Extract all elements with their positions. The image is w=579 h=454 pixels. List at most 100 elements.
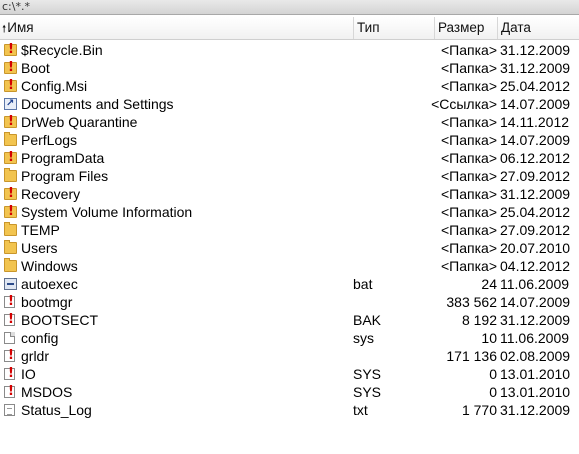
folder-icon: [4, 240, 17, 254]
batch-file-icon: [4, 278, 17, 290]
file-date: 25.04.2012: [500, 204, 571, 220]
file-name: BOOTSECT: [21, 312, 99, 328]
file-row[interactable]: MSDOSSYS013.01.2010: [0, 383, 579, 401]
file-size: <Папка>: [441, 78, 497, 94]
file-name: PerfLogs: [21, 132, 78, 148]
file-icon-cell: [4, 95, 18, 113]
file-name: Users: [21, 240, 58, 256]
file-list[interactable]: $Recycle.Bin<Папка>31.12.2009Boot<Папка>…: [0, 41, 579, 419]
text-file-icon: [4, 404, 15, 416]
file-name: IO: [21, 366, 36, 382]
column-date-label: Дата: [501, 20, 531, 35]
column-type-label: Тип: [357, 20, 380, 35]
hidden-file-icon: [4, 348, 15, 364]
column-name-label: Имя: [7, 20, 34, 35]
file-name: MSDOS: [21, 384, 73, 400]
file-icon-cell: [4, 239, 18, 257]
file-row[interactable]: IOSYS013.01.2010: [0, 365, 579, 383]
column-header-date[interactable]: Дата: [498, 17, 579, 39]
file-size: <Папка>: [441, 132, 497, 148]
file-name: Windows: [21, 258, 78, 274]
file-date: 27.09.2012: [500, 168, 571, 184]
file-date: 06.12.2012: [500, 150, 571, 166]
file-name: bootmgr: [21, 294, 73, 310]
file-date: 14.07.2009: [500, 294, 571, 310]
path-bar[interactable]: c:\*.*: [0, 0, 579, 15]
file-date: 13.01.2010: [500, 384, 571, 400]
file-date: 11.06.2009: [500, 330, 570, 346]
file-icon-cell: [4, 221, 18, 239]
file-row[interactable]: Windows <Папка> 04.12.2012: [0, 257, 579, 275]
folder-icon: [4, 168, 17, 182]
file-row[interactable]: Recovery <Папка>31.12.2009: [0, 185, 579, 203]
file-icon-cell: [4, 365, 18, 383]
file-icon-cell: [4, 257, 18, 275]
folder-icon: [4, 132, 17, 146]
file-row[interactable]: autoexec bat 24 11.06.2009: [0, 275, 579, 293]
file-row[interactable]: config sys 10 11.06.2009: [0, 329, 579, 347]
hidden-file-icon: [4, 294, 15, 310]
file-name: $Recycle.Bin: [21, 42, 103, 58]
file-date: 25.04.2012: [500, 78, 571, 94]
file-icon-cell: [4, 329, 18, 347]
column-header-name[interactable]: 🠕Имя: [0, 17, 354, 39]
file-row[interactable]: $Recycle.Bin <Папка>31.12.2009: [0, 41, 579, 59]
file-name: autoexec: [21, 276, 78, 292]
file-name: Program Files: [21, 168, 109, 184]
file-icon-cell: [4, 167, 18, 185]
file-date: 31.12.2009: [500, 402, 571, 418]
current-path: c:\*.*: [2, 0, 30, 13]
column-header-type[interactable]: Тип: [354, 17, 435, 39]
file-size: 1 770: [461, 402, 497, 418]
column-header-size[interactable]: Размер: [435, 17, 498, 39]
file-icon-cell: [4, 131, 18, 149]
file-name: DrWeb Quarantine: [21, 114, 138, 130]
file-row[interactable]: Documents and Settings <Ссылка>14.07.2009: [0, 95, 579, 113]
file-size: <Папка>: [441, 60, 497, 76]
file-row[interactable]: Program Files <Папка> 27.09.2012: [0, 167, 579, 185]
file-row[interactable]: bootmgr 383 56214.07.2009: [0, 293, 579, 311]
hidden-folder-icon: [4, 78, 17, 94]
file-date: 31.12.2009: [500, 60, 571, 76]
file-name: Config.Msi: [21, 78, 88, 94]
file-icon: [4, 332, 15, 344]
file-name: Boot: [21, 60, 50, 76]
file-name: System Volume Information: [21, 204, 193, 220]
file-icon-cell: [4, 59, 18, 77]
file-name: TEMP: [21, 222, 60, 238]
file-icon-cell: [4, 113, 18, 131]
file-row[interactable]: grldr 171 13602.08.2009: [0, 347, 579, 365]
file-name: ProgramData: [21, 150, 105, 166]
file-row[interactable]: Boot <Папка>31.12.2009: [0, 59, 579, 77]
file-icon-cell: [4, 77, 18, 95]
file-size: <Папка>: [441, 222, 497, 238]
file-icon-cell: [4, 203, 18, 221]
file-icon-cell: [4, 401, 18, 419]
file-row[interactable]: PerfLogs <Папка> 14.07.2009: [0, 131, 579, 149]
file-row[interactable]: Config.Msi <Папка>25.04.2012: [0, 77, 579, 95]
file-date: 31.12.2009: [500, 312, 571, 328]
hidden-file-icon: [4, 384, 15, 400]
file-size: 8 192: [461, 312, 497, 328]
file-row[interactable]: System Volume Information <Папка>25.04.20…: [0, 203, 579, 221]
file-row[interactable]: DrWeb Quarantine <Папка>14.11.2012: [0, 113, 579, 131]
file-icon-cell: [4, 41, 18, 59]
file-date: 31.12.2009: [500, 42, 571, 58]
file-row[interactable]: BOOTSECTBAK8 19231.12.2009: [0, 311, 579, 329]
file-row[interactable]: Status_Log txt 1 770 31.12.2009: [0, 401, 579, 419]
file-date: 04.12.2012: [500, 258, 571, 274]
file-size: <Папка>: [441, 114, 497, 130]
up-arrow-icon: 🠕: [2, 24, 7, 35]
file-date: 14.11.2012: [500, 114, 570, 130]
file-name: Recovery: [21, 186, 81, 202]
file-date: 14.07.2009: [500, 132, 571, 148]
file-row[interactable]: TEMP <Папка> 27.09.2012: [0, 221, 579, 239]
file-row[interactable]: Users <Папка> 20.07.2010: [0, 239, 579, 257]
file-size: 383 562: [446, 294, 497, 310]
file-row[interactable]: ProgramData <Папка>06.12.2012: [0, 149, 579, 167]
file-size: 0: [489, 384, 497, 400]
hidden-file-icon: [4, 366, 15, 382]
hidden-file-icon: [4, 312, 15, 328]
hidden-folder-icon: [4, 42, 17, 58]
file-name: Documents and Settings: [21, 96, 174, 112]
